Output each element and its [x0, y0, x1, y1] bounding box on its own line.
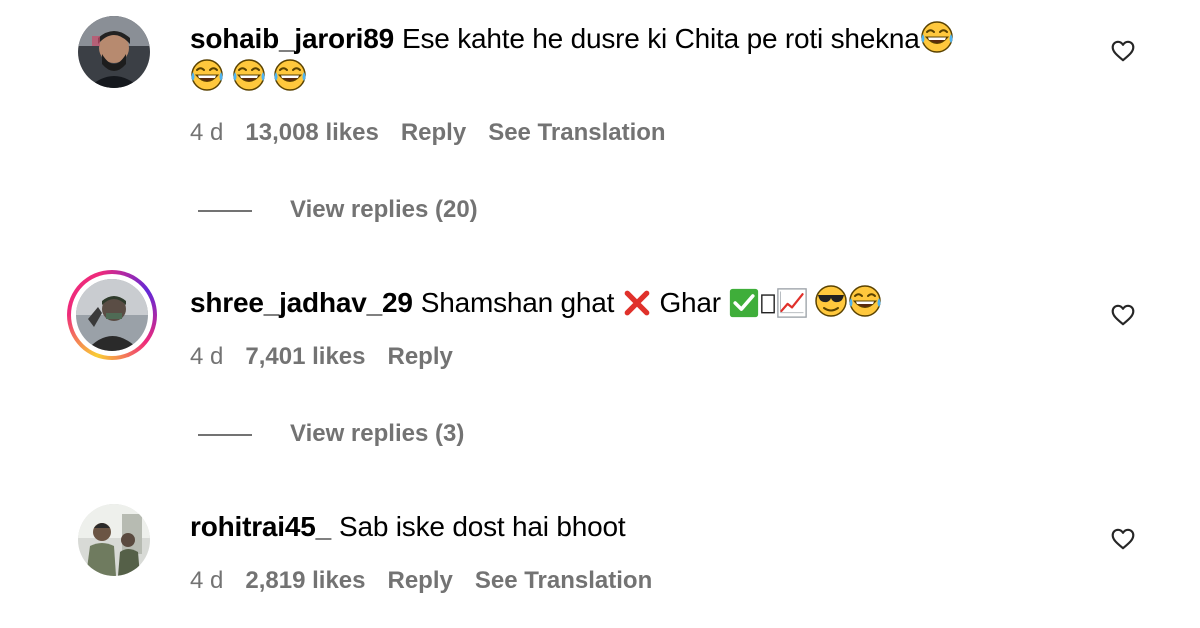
- story-ring[interactable]: [67, 270, 157, 360]
- comment-emoji-line: [190, 58, 1050, 96]
- username[interactable]: shree_jadhav_29: [190, 287, 413, 318]
- see-translation-button[interactable]: See Translation: [488, 119, 665, 146]
- chart-increasing-icon: [776, 288, 807, 318]
- view-replies-button[interactable]: View replies (3): [198, 420, 464, 450]
- sunglasses-face-icon: [815, 285, 848, 317]
- divider-line: [198, 433, 252, 436]
- comment-text: shree_jadhav_29 Shamshan ghat Ghar: [190, 284, 1050, 322]
- comment-meta: 4 d 13,008 likes Reply See Translation: [190, 118, 1050, 148]
- comment-text: rohitrai45_ Sab iske dost hai bhoot: [190, 508, 1050, 546]
- heart-outline-icon[interactable]: [1110, 38, 1136, 64]
- username[interactable]: rohitrai45_: [190, 511, 331, 542]
- timestamp[interactable]: 4 d: [190, 343, 223, 370]
- like-count[interactable]: 13,008 likes: [245, 119, 378, 146]
- comment-body: Sab iske dost hai bhoot: [338, 511, 626, 542]
- tears-of-joy-icon: [920, 21, 954, 53]
- avatar[interactable]: [78, 504, 150, 576]
- divider-line: [198, 209, 252, 212]
- username[interactable]: sohaib_jarori89: [190, 23, 394, 54]
- avatar[interactable]: [78, 16, 150, 88]
- comment-text: sohaib_jarori89 Ese kahte he dusre ki Chi…: [190, 20, 1050, 58]
- empty-box-icon: [760, 294, 775, 314]
- comment-body: Shamshan ghat: [420, 287, 615, 318]
- avatar[interactable]: [76, 279, 148, 351]
- tears-of-joy-icon: [232, 59, 266, 91]
- timestamp[interactable]: 4 d: [190, 567, 223, 594]
- comment-meta: 4 d 2,819 likes Reply See Translation: [190, 566, 1050, 596]
- comment-body-2: Ghar: [659, 287, 721, 318]
- view-replies-label: View replies (3): [290, 420, 465, 447]
- tears-of-joy-icon: [848, 285, 882, 317]
- comment-meta: 4 d 7,401 likes Reply: [190, 342, 1050, 372]
- see-translation-button[interactable]: See Translation: [475, 567, 652, 594]
- comment-body: Ese kahte he dusre ki Chita pe roti shek…: [401, 23, 920, 54]
- check-mark-icon: [729, 288, 758, 318]
- like-count[interactable]: 2,819 likes: [245, 567, 365, 594]
- like-count[interactable]: 7,401 likes: [245, 343, 365, 370]
- reply-button[interactable]: Reply: [387, 343, 452, 370]
- view-replies-label: View replies (20): [290, 196, 478, 223]
- cross-mark-icon: [624, 290, 650, 316]
- tears-of-joy-icon: [190, 59, 224, 91]
- tears-of-joy-icon: [273, 59, 307, 91]
- reply-button[interactable]: Reply: [401, 119, 466, 146]
- timestamp[interactable]: 4 d: [190, 119, 223, 146]
- reply-button[interactable]: Reply: [387, 567, 452, 594]
- heart-outline-icon[interactable]: [1110, 302, 1136, 328]
- heart-outline-icon[interactable]: [1110, 526, 1136, 552]
- view-replies-button[interactable]: View replies (20): [198, 196, 478, 226]
